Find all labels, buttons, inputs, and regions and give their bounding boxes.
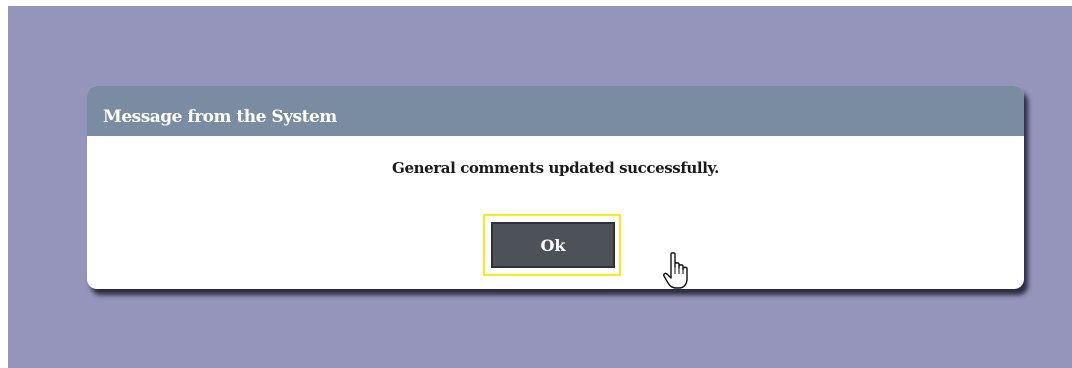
- dialog-titlebar: Message from the System: [87, 86, 1024, 136]
- hand-pointer-icon: [663, 252, 688, 289]
- page-background: Message from the System General comments…: [8, 6, 1072, 368]
- message-dialog: Message from the System General comments…: [87, 86, 1024, 289]
- dialog-title: Message from the System: [103, 107, 337, 127]
- dialog-body: General comments updated successfully. O…: [87, 136, 1024, 289]
- ok-button[interactable]: Ok: [491, 222, 615, 268]
- dialog-message: General comments updated successfully.: [392, 159, 719, 177]
